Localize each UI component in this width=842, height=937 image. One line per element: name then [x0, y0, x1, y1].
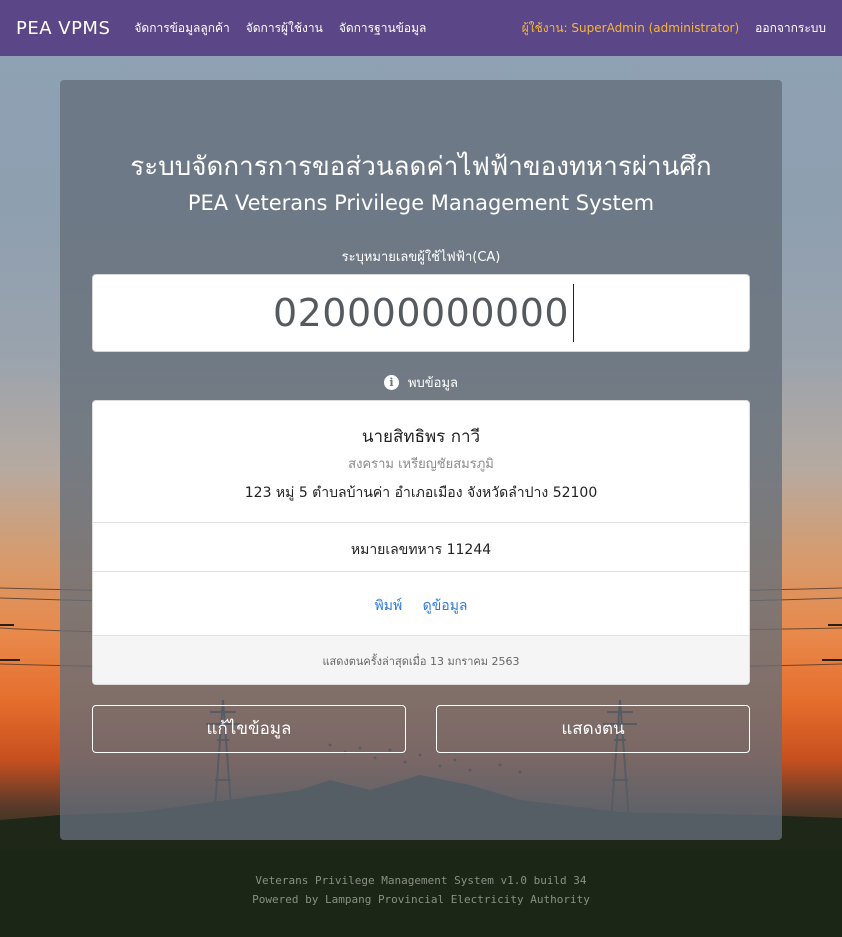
soldier-number: หมายเลขทหาร 11244: [350, 542, 492, 558]
customer-name: นายสิทธิพร กาวี: [361, 427, 481, 447]
card-divider: [93, 571, 749, 572]
nav-user-management[interactable]: จัดการผู้ใช้งาน: [246, 19, 323, 38]
nav-customer-management[interactable]: จัดการข้อมูลลูกค้า: [134, 19, 229, 38]
search-status: i พบข้อมูล: [0, 372, 842, 393]
top-navbar: PEA VPMS จัดการข้อมูลลูกค้า จัดการผู้ใช้…: [0, 0, 842, 56]
edit-info-button[interactable]: แก้ไขข้อมูล: [92, 705, 406, 753]
view-info-link[interactable]: ดูข้อมูล: [423, 598, 468, 614]
print-link[interactable]: พิมพ์: [374, 598, 402, 614]
card-divider: [93, 522, 749, 523]
last-shown-date: แสดงตนครั้งล่าสุดเมื่อ 13 มกราคม 2563: [93, 636, 749, 684]
current-user-label[interactable]: ผู้ใช้งาน: SuperAdmin (administrator): [522, 19, 739, 38]
search-status-text: พบข้อมูล: [407, 376, 459, 391]
customer-war-medal: สงคราม เหรียญชัยสมรภูมิ: [348, 457, 494, 472]
logout-link[interactable]: ออกจากระบบ: [755, 19, 826, 38]
page-title-thai: ระบบจัดการการขอส่วนลดค่าไฟฟ้าของทหารผ่าน…: [130, 152, 712, 182]
info-icon: i: [383, 375, 399, 390]
ca-number-input[interactable]: [92, 274, 750, 352]
customer-card: นายสิทธิพร กาวี สงคราม เหรียญชัยสมรภูมิ …: [92, 400, 750, 685]
text-caret: [573, 284, 574, 342]
show-identity-button[interactable]: แสดงตน: [436, 705, 750, 753]
page-title-english: PEA Veterans Privilege Management System: [187, 191, 655, 215]
nav-database-management[interactable]: จัดการฐานข้อมูล: [339, 19, 427, 38]
ca-input-label: ระบุหมายเลขผู้ใช้ไฟฟ้า(CA): [341, 250, 501, 265]
customer-address: 123 หมู่ 5 ตำบลบ้านค่า อำเภอเมือง จังหวั…: [244, 485, 598, 501]
card-actions: พิมพ์ ดูข้อมูล: [93, 595, 749, 617]
footer-powered-by: Powered by Lampang Provincial Electricit…: [252, 893, 590, 906]
page-footer: Veterans Privilege Management System v1.…: [0, 871, 842, 909]
brand-logo[interactable]: PEA VPMS: [16, 18, 110, 39]
footer-version: Veterans Privilege Management System v1.…: [255, 874, 587, 887]
